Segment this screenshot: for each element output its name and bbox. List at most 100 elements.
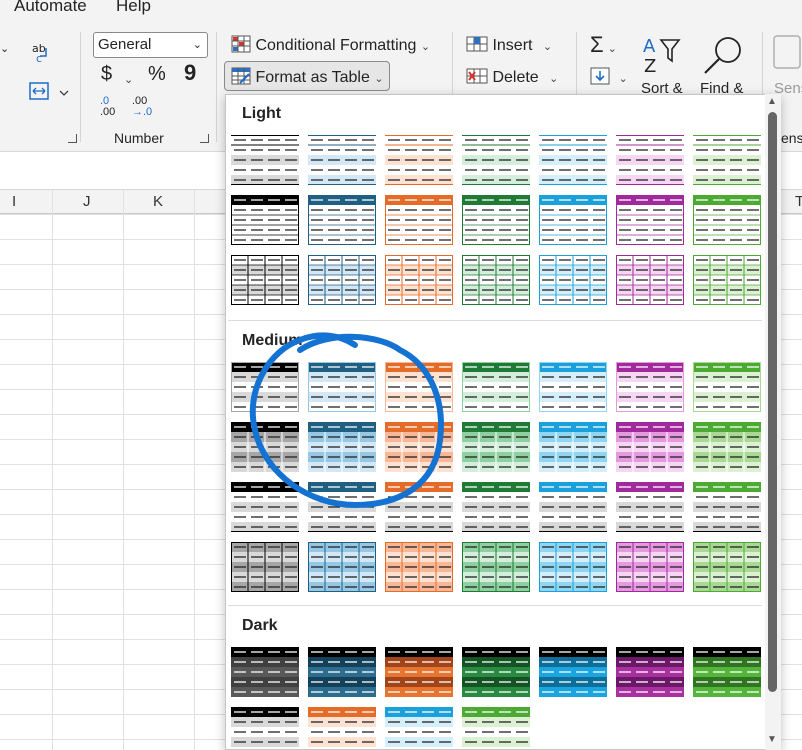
decrease-decimal-button[interactable]: .00 →.0 <box>132 96 152 118</box>
table-style-medium-17[interactable] <box>385 482 453 532</box>
table-style-dark-9[interactable] <box>308 707 376 749</box>
table-style-light-15[interactable] <box>231 255 299 305</box>
table-style-light-20[interactable] <box>616 255 684 305</box>
percent-button[interactable]: % <box>148 63 166 86</box>
table-style-medium-21[interactable] <box>693 482 761 532</box>
table-style-dark-5[interactable] <box>539 647 607 697</box>
scroll-down-arrow-icon[interactable]: ▼ <box>767 734 777 745</box>
table-style-medium-15[interactable] <box>231 482 299 532</box>
table-style-medium-27[interactable] <box>616 542 684 592</box>
conditional-formatting-button[interactable]: Conditional Formatting ⌄ <box>231 35 430 55</box>
table-style-preview-icon <box>308 255 376 305</box>
table-style-dark-4[interactable] <box>462 647 530 697</box>
table-style-dark-7[interactable] <box>693 647 761 697</box>
table-style-light-7[interactable] <box>693 135 761 185</box>
table-style-dark-3[interactable] <box>385 647 453 697</box>
column-header-j[interactable]: J <box>83 193 91 210</box>
table-style-medium-1[interactable] <box>231 362 299 412</box>
number-dialog-launcher-icon[interactable] <box>200 134 209 143</box>
table-style-medium-24[interactable] <box>385 542 453 592</box>
table-style-medium-23[interactable] <box>308 542 376 592</box>
table-style-medium-8[interactable] <box>231 422 299 472</box>
table-style-preview-icon <box>693 482 761 532</box>
table-style-preview-icon <box>616 647 684 697</box>
table-style-preview-icon <box>462 707 530 749</box>
table-style-preview-icon <box>308 135 376 185</box>
autosum-button[interactable]: Σ ⌄ <box>590 32 617 58</box>
table-style-medium-6[interactable] <box>616 362 684 412</box>
table-style-light-8[interactable] <box>231 195 299 245</box>
table-style-medium-10[interactable] <box>385 422 453 472</box>
table-style-medium-16[interactable] <box>308 482 376 532</box>
table-style-dark-6[interactable] <box>616 647 684 697</box>
merge-center-icon[interactable] <box>28 80 70 109</box>
sort-filter-icon: AZ <box>641 34 683 83</box>
table-style-medium-2[interactable] <box>308 362 376 412</box>
table-style-medium-18[interactable] <box>462 482 530 532</box>
table-style-light-3[interactable] <box>385 135 453 185</box>
table-style-medium-9[interactable] <box>308 422 376 472</box>
currency-button[interactable]: $ <box>101 63 112 86</box>
chevron-down-icon[interactable]: ⌄ <box>0 42 9 55</box>
delete-button[interactable]: Delete ⌄ <box>466 67 558 87</box>
insert-button[interactable]: Insert ⌄ <box>466 35 552 55</box>
table-style-medium-11[interactable] <box>462 422 530 472</box>
table-style-light-2[interactable] <box>308 135 376 185</box>
table-style-medium-4[interactable] <box>462 362 530 412</box>
table-style-medium-12[interactable] <box>539 422 607 472</box>
table-style-medium-22[interactable] <box>231 542 299 592</box>
sensitivity-group-label: ens <box>781 130 802 146</box>
table-style-light-17[interactable] <box>385 255 453 305</box>
table-style-light-5[interactable] <box>539 135 607 185</box>
column-header-k[interactable]: K <box>153 193 163 210</box>
table-style-light-4[interactable] <box>462 135 530 185</box>
number-format-dropdown[interactable]: General ⌄ <box>93 32 208 58</box>
table-style-medium-5[interactable] <box>539 362 607 412</box>
table-style-light-19[interactable] <box>539 255 607 305</box>
table-style-light-9[interactable] <box>308 195 376 245</box>
table-style-medium-3[interactable] <box>385 362 453 412</box>
table-style-medium-14[interactable] <box>693 422 761 472</box>
gallery-scrollbar[interactable]: ▲ ▼ <box>765 94 781 750</box>
table-style-dark-8[interactable] <box>231 707 299 749</box>
column-header-i[interactable]: I <box>12 193 16 210</box>
decrease-decimal-bottom: →.0 <box>132 106 153 118</box>
table-style-preview-icon <box>385 135 453 185</box>
table-style-light-16[interactable] <box>308 255 376 305</box>
table-style-light-10[interactable] <box>385 195 453 245</box>
column-header-t[interactable]: T <box>795 193 802 210</box>
table-style-dark-1[interactable] <box>231 647 299 697</box>
table-style-dark-11[interactable] <box>462 707 530 749</box>
table-style-medium-28[interactable] <box>693 542 761 592</box>
table-style-light-6[interactable] <box>616 135 684 185</box>
scroll-up-arrow-icon[interactable]: ▲ <box>767 96 777 107</box>
table-style-medium-7[interactable] <box>693 362 761 412</box>
table-style-light-21[interactable] <box>693 255 761 305</box>
table-style-medium-20[interactable] <box>616 482 684 532</box>
scrollbar-thumb[interactable] <box>768 112 777 692</box>
table-style-light-1[interactable] <box>231 135 299 185</box>
table-style-dark-2[interactable] <box>308 647 376 697</box>
menu-help[interactable]: Help <box>116 0 151 16</box>
svg-text:Z: Z <box>644 56 656 77</box>
table-style-light-14[interactable] <box>693 195 761 245</box>
ribbon-separator <box>80 32 81 142</box>
table-style-medium-26[interactable] <box>539 542 607 592</box>
table-style-light-12[interactable] <box>539 195 607 245</box>
table-style-light-18[interactable] <box>462 255 530 305</box>
increase-decimal-button[interactable]: .0 .00 <box>100 96 115 118</box>
comma-style-button[interactable]: 9 <box>184 60 196 86</box>
fill-button[interactable]: ⌄ <box>590 67 628 87</box>
table-style-light-11[interactable] <box>462 195 530 245</box>
wrap-text-icon[interactable]: ab c <box>30 40 52 69</box>
table-style-medium-13[interactable] <box>616 422 684 472</box>
menu-bar: Automate Help <box>0 0 802 24</box>
chevron-down-icon[interactable]: ⌄ <box>124 70 133 88</box>
table-style-light-13[interactable] <box>616 195 684 245</box>
menu-automate[interactable]: Automate <box>14 0 87 16</box>
table-style-dark-10[interactable] <box>385 707 453 749</box>
conditional-formatting-label: Conditional Formatting <box>255 37 417 54</box>
table-style-medium-19[interactable] <box>539 482 607 532</box>
table-style-medium-25[interactable] <box>462 542 530 592</box>
alignment-dialog-launcher-icon[interactable] <box>68 134 77 143</box>
